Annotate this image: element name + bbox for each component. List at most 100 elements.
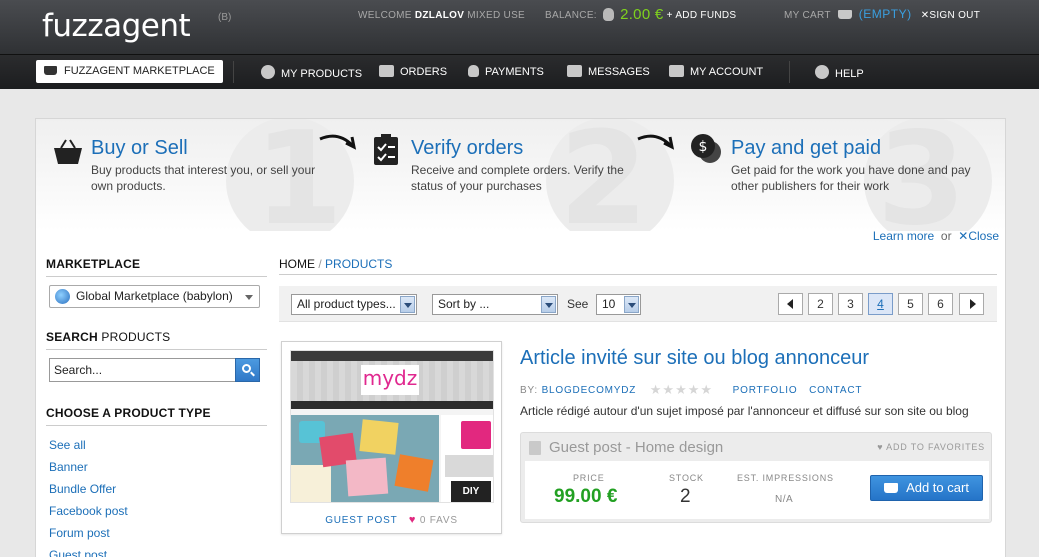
learn-more-link[interactable]: Learn more	[873, 229, 934, 243]
offer-title: Guest post - Home design	[549, 439, 724, 456]
nav-messages[interactable]: MESSAGES	[567, 65, 650, 78]
favs-count: 0 FAVS	[419, 515, 458, 526]
envelope-icon	[567, 65, 582, 77]
rating-stars: ★★★★★	[649, 382, 714, 397]
search-input[interactable]: Search...	[49, 358, 236, 382]
add-funds-link[interactable]: + ADD FUNDS	[667, 10, 737, 21]
marketplace-select[interactable]: Global Marketplace (babylon)	[49, 285, 260, 308]
add-to-cart-button[interactable]: Add to cart	[870, 475, 983, 501]
product-type-link[interactable]: See all	[49, 438, 86, 452]
nav-help[interactable]: HELP	[815, 65, 864, 80]
price-label: PRICE	[573, 473, 605, 483]
per-page-select[interactable]: 10	[596, 294, 641, 315]
product-type-link[interactable]: Forum post	[49, 526, 110, 540]
product-type-label[interactable]: GUEST POST	[325, 515, 397, 526]
search-heading-bold: SEARCH	[46, 330, 98, 344]
by-label: BY:	[520, 385, 538, 396]
close-banner-link[interactable]: ✕Close	[958, 229, 999, 243]
cart-icon[interactable]	[837, 10, 852, 19]
speech-bubble-icon	[815, 65, 829, 79]
nav-my-account[interactable]: MY ACCOUNT	[669, 65, 763, 78]
nav-marketplace-home[interactable]: FUZZAGENT MARKETPLACE	[36, 60, 223, 83]
product-type-heading: CHOOSE A PRODUCT TYPE	[46, 406, 267, 426]
cart-status[interactable]: (EMPTY)	[859, 7, 912, 21]
money-bag-icon	[602, 8, 614, 21]
arrow-left-icon	[787, 299, 793, 309]
product-type-select[interactable]: All product types...	[291, 294, 417, 315]
or-text: or	[940, 229, 952, 243]
thumbnail-avatar	[461, 421, 491, 449]
nav-payments[interactable]: PAYMENTS	[468, 65, 544, 78]
document-icon	[529, 441, 541, 455]
stamp-shape	[359, 419, 399, 455]
author-link[interactable]: BLOGDECOMYDZ	[542, 385, 637, 396]
product-type-link[interactable]: Guest post	[49, 548, 107, 557]
thumbnail-diy-label: DIY	[451, 481, 491, 502]
basket-icon	[54, 139, 82, 164]
product-type-link[interactable]: Bundle Offer	[49, 482, 116, 496]
portfolio-link[interactable]: PORTFOLIO	[733, 385, 798, 396]
per-page-value: 10	[602, 297, 616, 311]
cart-label[interactable]: MY CART	[784, 10, 831, 21]
balance-value: 2.00 €	[620, 6, 664, 23]
page-button[interactable]: 2	[808, 293, 833, 315]
stock-label: STOCK	[669, 473, 704, 483]
offer-details: PRICE 99.00 € STOCK 2 EST. IMPRESSIONS N…	[525, 461, 989, 519]
stock-value: 2	[680, 486, 691, 507]
add-to-favorites-label: ADD TO FAVORITES	[886, 442, 985, 452]
hero-links: Learn more or ✕Close	[873, 229, 999, 243]
search-heading-light: PRODUCTS	[101, 330, 171, 344]
cart-area: MY CART (EMPTY) ✕SIGN OUT	[784, 7, 980, 21]
stamp-shape	[394, 454, 434, 492]
search-button[interactable]	[235, 358, 260, 382]
logo[interactable]: fuzzagent	[42, 8, 191, 44]
coins-icon: $	[691, 134, 721, 163]
step-description: Get paid for the work you have done and …	[731, 163, 971, 193]
contact-link[interactable]: CONTACT	[809, 385, 862, 396]
page-button[interactable]: 3	[838, 293, 863, 315]
page-button[interactable]: 5	[898, 293, 923, 315]
page-button-active[interactable]: 4	[868, 293, 893, 315]
product-thumbnail[interactable]: mydz DIY	[290, 350, 494, 503]
page-button[interactable]: 6	[928, 293, 953, 315]
arrow-right-icon	[970, 299, 976, 309]
list-toolbar: All product types... Sort by ... See 10 …	[279, 286, 997, 322]
prev-page-button[interactable]	[778, 293, 803, 315]
impressions-value: N/A	[775, 494, 794, 505]
heart-icon[interactable]: ♥	[409, 514, 416, 526]
cart-icon	[44, 66, 57, 75]
product-title[interactable]: Article invité sur site ou blog annonceu…	[520, 347, 869, 370]
checklist-icon	[374, 134, 398, 165]
add-to-favorites-link[interactable]: ♥ ADD TO FAVORITES	[877, 442, 985, 452]
globe-icon	[55, 289, 70, 304]
thumbnail-sidebar: DIY	[441, 415, 493, 502]
nav-orders[interactable]: ORDERS	[379, 65, 447, 78]
price-value: 99.00 €	[554, 486, 618, 507]
sign-out-link[interactable]: SIGN OUT	[929, 10, 980, 21]
product-type-link[interactable]: Facebook post	[49, 504, 128, 518]
marketplace-selected-value: Global Marketplace (babylon)	[76, 289, 233, 303]
sort-select[interactable]: Sort by ...	[432, 294, 558, 315]
next-page-button[interactable]	[959, 293, 984, 315]
welcome-area: WELCOME DZLALOV MIXED USE	[358, 10, 525, 21]
nav-my-products[interactable]: MY PRODUCTS	[261, 65, 362, 80]
globe-icon	[261, 65, 275, 79]
username[interactable]: DZLALOV	[415, 10, 464, 21]
stamp-shape	[345, 457, 389, 497]
nav-label: HELP	[835, 68, 864, 80]
step-description: Receive and complete orders. Verify the …	[411, 163, 624, 193]
balance-label: BALANCE:	[545, 10, 597, 21]
product-description: Article rédigé autour d'un sujet imposé …	[520, 404, 969, 418]
product-type-link[interactable]: Banner	[49, 460, 88, 474]
product-thumbnail-card[interactable]: mydz DIY GUEST POST ♥ 0 FAVS	[281, 341, 502, 534]
chevron-down-icon	[541, 296, 556, 313]
arrow-icon	[319, 134, 357, 150]
svg-text:$: $	[699, 139, 708, 155]
nav-label: ORDERS	[400, 66, 448, 78]
user-mode: MIXED USE	[467, 10, 526, 21]
breadcrumb-home[interactable]: HOME	[279, 257, 315, 271]
nav-divider	[233, 61, 234, 83]
search-icon-handle	[250, 371, 255, 377]
sort-select-value: Sort by ...	[438, 297, 490, 311]
step-title: Verify orders	[411, 137, 524, 159]
